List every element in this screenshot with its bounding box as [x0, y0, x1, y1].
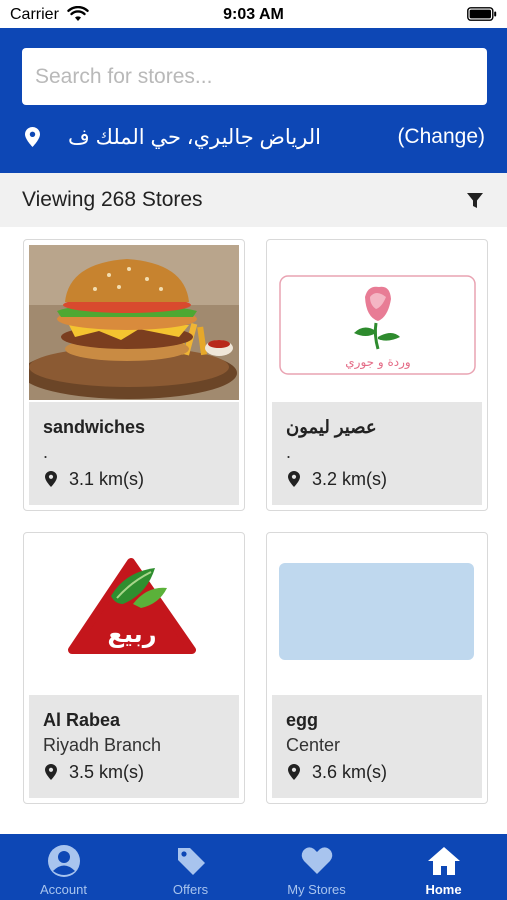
- store-distance: 3.5 km(s): [69, 762, 145, 782]
- location-pin-icon: [288, 764, 300, 780]
- store-name: Al Rabea: [43, 710, 121, 730]
- heart-icon: [301, 847, 333, 874]
- rabea-logo-text: ربيع: [107, 620, 156, 648]
- stores-count: Viewing 268 Stores: [22, 188, 203, 211]
- header: الرياض جاليري، حي الملك ف (Change): [0, 28, 507, 173]
- location-row: الرياض جاليري، حي الملك ف (Change): [0, 120, 507, 156]
- store-branch: .: [43, 442, 49, 462]
- tag-icon: [178, 848, 205, 875]
- tab-offers[interactable]: Offers: [127, 834, 254, 900]
- store-name: sandwiches: [43, 417, 146, 437]
- tab-bar: Account Offers My Stores Home: [0, 834, 507, 900]
- image-placeholder: [279, 563, 474, 660]
- store-logo-rose: وردة و جوري: [272, 245, 482, 400]
- location-pin-icon: [45, 764, 57, 780]
- store-distance: 3.2 km(s): [312, 469, 388, 489]
- tab-account[interactable]: Account: [0, 834, 127, 900]
- store-info: عصير ليمون . 3.2 km(s): [272, 402, 482, 505]
- filter-icon[interactable]: [467, 193, 483, 209]
- store-info: Al Rabea Riyadh Branch 3.5 km(s): [29, 695, 239, 798]
- store-image-burger: [29, 245, 239, 400]
- tab-label: My Stores: [287, 882, 346, 897]
- store-branch: Riyadh Branch: [43, 735, 162, 755]
- stores-count-bar: Viewing 268 Stores: [0, 173, 507, 227]
- tab-home[interactable]: Home: [380, 834, 507, 900]
- change-location-link[interactable]: (Change): [397, 125, 485, 149]
- store-distance: 3.6 km(s): [312, 762, 388, 782]
- store-card[interactable]: sandwiches . 3.1 km(s): [23, 239, 245, 511]
- rose-logo: وردة و جوري: [279, 275, 476, 375]
- store-logo-rabea: ربيع: [29, 538, 239, 693]
- tab-my-stores[interactable]: My Stores: [253, 834, 380, 900]
- store-card[interactable]: egg Center 3.6 km(s): [266, 532, 488, 804]
- burger-image: [29, 245, 239, 400]
- location-pin-icon: [288, 471, 300, 487]
- rabea-logo: ربيع: [68, 558, 196, 654]
- store-branch: Center: [286, 735, 341, 755]
- status-bar: Carrier 9:03 AM: [0, 0, 507, 28]
- rose-logo-text: وردة و جوري: [345, 355, 410, 370]
- battery-icon: [467, 7, 497, 21]
- store-branch: .: [286, 442, 292, 462]
- store-image-placeholder: [272, 538, 482, 693]
- store-name: عصير ليمون: [286, 417, 377, 437]
- location-pin-icon: [45, 471, 57, 487]
- tab-label: Offers: [172, 882, 209, 897]
- current-location: الرياض جاليري، حي الملك ف: [68, 126, 321, 149]
- location-pin-icon: [25, 127, 40, 147]
- tab-label: Account: [40, 882, 87, 897]
- home-icon: [428, 847, 460, 875]
- clock: 9:03 AM: [223, 6, 284, 23]
- store-info: egg Center 3.6 km(s): [272, 695, 482, 798]
- account-icon: [48, 845, 80, 877]
- store-name: egg: [286, 710, 319, 730]
- store-card[interactable]: وردة و جوري عصير ليمون . 3.2 km(s): [266, 239, 488, 511]
- store-card[interactable]: ربيع Al Rabea Riyadh Branch 3.5 km(s): [23, 532, 245, 804]
- store-distance: 3.1 km(s): [69, 469, 145, 489]
- store-info: sandwiches . 3.1 km(s): [29, 402, 239, 505]
- search-input[interactable]: [22, 48, 487, 105]
- tab-label: Home: [425, 882, 462, 897]
